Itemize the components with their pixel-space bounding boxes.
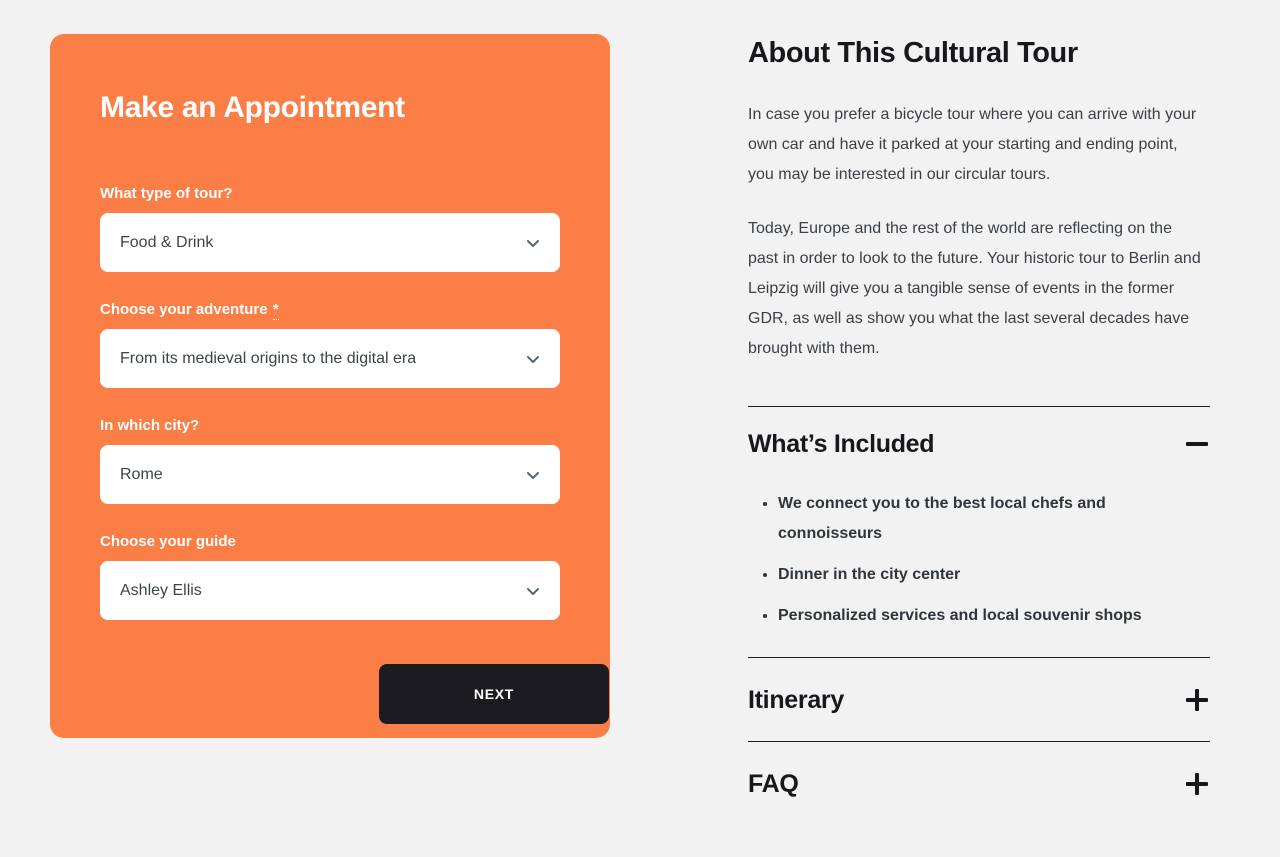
list-item: Personalized services and local souvenir… — [778, 601, 1178, 631]
field-label-adventure: Choose your adventure * — [100, 301, 279, 320]
select-city-value: Rome — [120, 465, 163, 483]
next-button[interactable]: NEXT — [379, 664, 609, 724]
minus-icon[interactable] — [1186, 433, 1208, 455]
appointment-form-card: Make an Appointment What type of tour? F… — [50, 34, 610, 738]
select-tour-type[interactable]: Food & Drink — [100, 213, 560, 272]
field-city: In which city? Rome — [100, 416, 560, 504]
field-label-city: In which city? — [100, 417, 200, 434]
chevron-down-icon — [525, 583, 541, 599]
about-paragraph: Today, Europe and the rest of the world … — [748, 220, 1201, 357]
about-paragraph: In case you prefer a bicycle tour where … — [748, 106, 1197, 183]
select-city[interactable]: Rome — [100, 445, 560, 504]
accordion-body-whats-included: We connect you to the best local chefs a… — [748, 479, 1210, 657]
field-label-guide: Choose your guide — [100, 533, 236, 550]
accordion-title: What’s Included — [748, 430, 935, 458]
list-item: Dinner in the city center — [778, 560, 1178, 590]
accordion-item-whats-included: What’s Included We connect you to the be… — [748, 406, 1210, 657]
accordion: What’s Included We connect you to the be… — [748, 406, 1210, 825]
select-guide-value: Ashley Ellis — [120, 581, 202, 599]
accordion-item-faq: FAQ — [748, 741, 1210, 825]
select-tour-type-value: Food & Drink — [120, 233, 214, 251]
about-title: About This Cultural Tour — [748, 37, 1078, 69]
accordion-title: Itinerary — [748, 686, 844, 714]
required-asterisk: * — [272, 301, 279, 320]
field-tour-type: What type of tour? Food & Drink — [100, 184, 560, 272]
chevron-down-icon — [525, 235, 541, 251]
select-adventure[interactable]: From its medieval origins to the digital… — [100, 329, 560, 388]
field-guide: Choose your guide Ashley Ellis — [100, 532, 560, 620]
plus-icon[interactable] — [1186, 773, 1208, 795]
accordion-title: FAQ — [748, 770, 799, 798]
accordion-item-itinerary: Itinerary — [748, 657, 1210, 741]
included-list: We connect you to the best local chefs a… — [748, 489, 1210, 631]
field-label-tour-type: What type of tour? — [100, 185, 233, 202]
select-guide[interactable]: Ashley Ellis — [100, 561, 560, 620]
accordion-header-itinerary[interactable]: Itinerary — [748, 658, 1210, 741]
chevron-down-icon — [525, 351, 541, 367]
page-root: Make an Appointment What type of tour? F… — [0, 0, 1280, 857]
plus-icon[interactable] — [1186, 689, 1208, 711]
about-panel: About This Cultural Tour In case you pre… — [748, 34, 1210, 825]
select-adventure-value: From its medieval origins to the digital… — [120, 349, 417, 367]
accordion-header-faq[interactable]: FAQ — [748, 742, 1210, 825]
accordion-header-whats-included[interactable]: What’s Included — [748, 407, 1210, 479]
chevron-down-icon — [525, 467, 541, 483]
list-item: We connect you to the best local chefs a… — [778, 489, 1178, 549]
form-title: Make an Appointment — [100, 91, 405, 124]
field-adventure: Choose your adventure * From its medieva… — [100, 300, 560, 388]
